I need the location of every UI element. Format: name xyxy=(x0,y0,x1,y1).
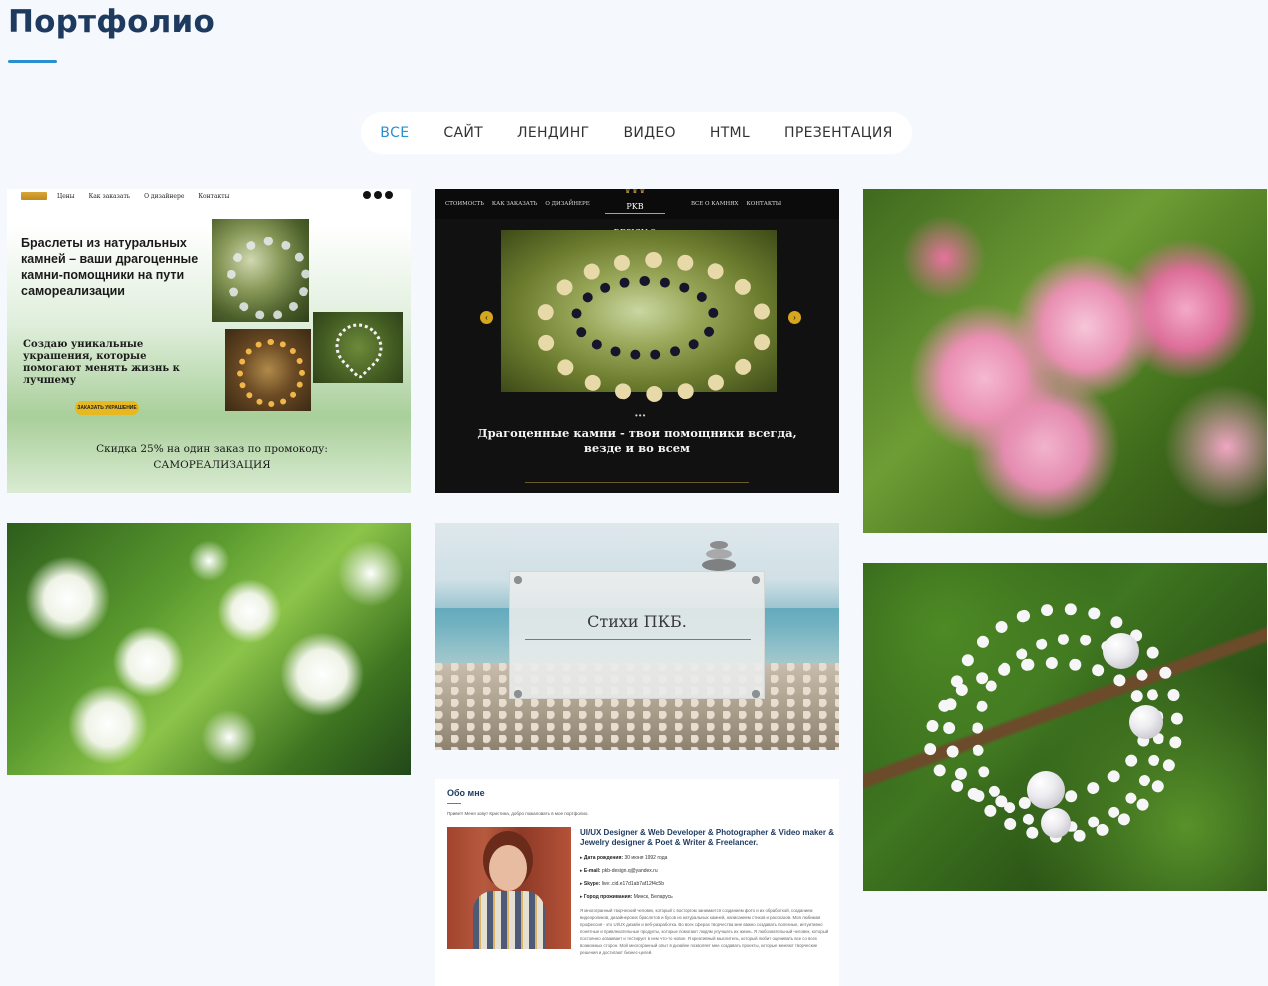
fact-row: ▸ Дата рождения: 30 июня 1992 года xyxy=(580,855,668,861)
about-facts: ▸ Дата рождения: 30 июня 1992 года ▸ E-m… xyxy=(580,852,673,904)
preview-nav-link: СТОИМОСТЬ xyxy=(445,201,484,207)
preview-heading: Браслеты из натуральных камней – ваши др… xyxy=(21,236,199,298)
portfolio-filter-bar: ВСЕ САЙТ ЛЕНДИНГ ВИДЕО HTML ПРЕЗЕНТАЦИЯ xyxy=(361,112,912,154)
bracelet-photo xyxy=(212,219,310,322)
preview-nav-link: КОНТАКТЫ xyxy=(746,201,782,207)
preview-social-icons xyxy=(363,191,393,199)
filter-tab-landing[interactable]: ЛЕНДИНГ xyxy=(500,125,606,141)
chevron-left-icon: ‹ xyxy=(480,311,493,324)
bracelet-photo xyxy=(313,312,403,383)
bracelet-photo xyxy=(225,329,311,411)
preview-nav-link: О ДИЗАЙНЕРЕ xyxy=(545,201,590,207)
fact-row: ▸ Skype: live:.cid.e17d1ab7af12f4c5b xyxy=(580,881,664,887)
poems-title: Стихи ПКБ. xyxy=(587,612,687,631)
avatar xyxy=(447,827,571,949)
fact-row: ▸ E-mail: pkb-design.q@yandex.ru xyxy=(580,868,658,874)
filter-tab-presentation[interactable]: ПРЕЗЕНТАЦИЯ xyxy=(767,125,910,141)
filter-tab-html[interactable]: HTML xyxy=(693,125,767,141)
divider xyxy=(525,639,751,640)
preview-nav-link: КАК ЗАКАЗАТЬ xyxy=(491,201,538,207)
preview-nav-link: ВСЕ О КАМНЯХ xyxy=(691,201,739,207)
chevron-right-icon: › xyxy=(788,311,801,324)
filter-tab-all[interactable]: ВСЕ xyxy=(363,125,426,141)
portfolio-item-pearl-bracelet-photo[interactable] xyxy=(863,563,1267,891)
preview-subheading: Создаю уникальные украшения, которые пом… xyxy=(23,339,180,386)
slider-dots: ••• xyxy=(635,411,647,420)
pearl xyxy=(1027,771,1065,809)
social-icon xyxy=(363,191,371,199)
preview-nav: СТОИМОСТЬ КАК ЗАКАЗАТЬ О ДИЗАЙНЕРЕ PKB D… xyxy=(435,189,839,237)
title-underline xyxy=(8,60,57,63)
portfolio-item-gemstones-landing[interactable]: СТОИМОСТЬ КАК ЗАКАЗАТЬ О ДИЗАЙНЕРЕ PKB D… xyxy=(435,189,839,493)
social-icon xyxy=(385,191,393,199)
pearl xyxy=(1103,633,1139,669)
portfolio-item-white-flowers-photo[interactable] xyxy=(7,523,411,775)
about-description: Я многогранный творческий человек, котор… xyxy=(580,908,829,955)
about-role: UI/UX Designer & Web Developer & Photogr… xyxy=(580,828,834,847)
portfolio-item-about-me[interactable]: Обо мне Привет! Меня зовут Кристина, доб… xyxy=(435,779,839,986)
pearl xyxy=(1129,705,1163,739)
filter-tab-site[interactable]: САЙТ xyxy=(426,125,500,141)
preview-nav-link: Цены xyxy=(57,193,75,200)
title-underline xyxy=(447,803,461,804)
portfolio-item-poems-presentation[interactable]: Стихи ПКБ. xyxy=(435,523,839,750)
about-intro: Привет! Меня зовут Кристина, добро пожал… xyxy=(447,811,589,816)
title-plate: Стихи ПКБ. xyxy=(509,571,765,699)
filter-tab-video[interactable]: ВИДЕО xyxy=(606,125,692,141)
preview-logo xyxy=(21,192,47,200)
preview-cta-button: ЗАКАЗАТЬ УКРАШЕНИЕ xyxy=(75,401,139,415)
promo-code: САМОРЕАЛИЗАЦИЯ xyxy=(153,459,271,471)
social-icon xyxy=(374,191,382,199)
promo-line: Скидка 25% на один заказ по промокоду: xyxy=(96,443,328,455)
preview-brand-logo: PKB DESIGN.Q xyxy=(605,189,665,237)
fact-row: ▸ Город проживания: Минск, Беларусь xyxy=(580,894,673,900)
page-title: Портфолио xyxy=(8,4,215,40)
preview-caption: Драгоценные камни - твои помощники всегд… xyxy=(477,426,797,455)
portfolio-item-pink-blossom-photo[interactable] xyxy=(863,189,1267,533)
preview-nav-link: Как заказать xyxy=(88,193,131,200)
preview-nav: Цены Как заказать О дизайнере Контакты xyxy=(7,189,411,203)
preview-promo: Скидка 25% на один заказ по промокоду: С… xyxy=(67,441,357,473)
portfolio-item-bracelets-landing[interactable]: Цены Как заказать О дизайнере Контакты Б… xyxy=(7,189,411,493)
about-title: Обо мне xyxy=(447,788,485,798)
pearl xyxy=(1041,808,1071,838)
divider xyxy=(525,482,749,483)
preview-nav-link: О дизайнере xyxy=(144,193,185,200)
gemstone-bracelet-photo xyxy=(501,230,777,402)
preview-nav-link: Контакты xyxy=(198,193,230,200)
